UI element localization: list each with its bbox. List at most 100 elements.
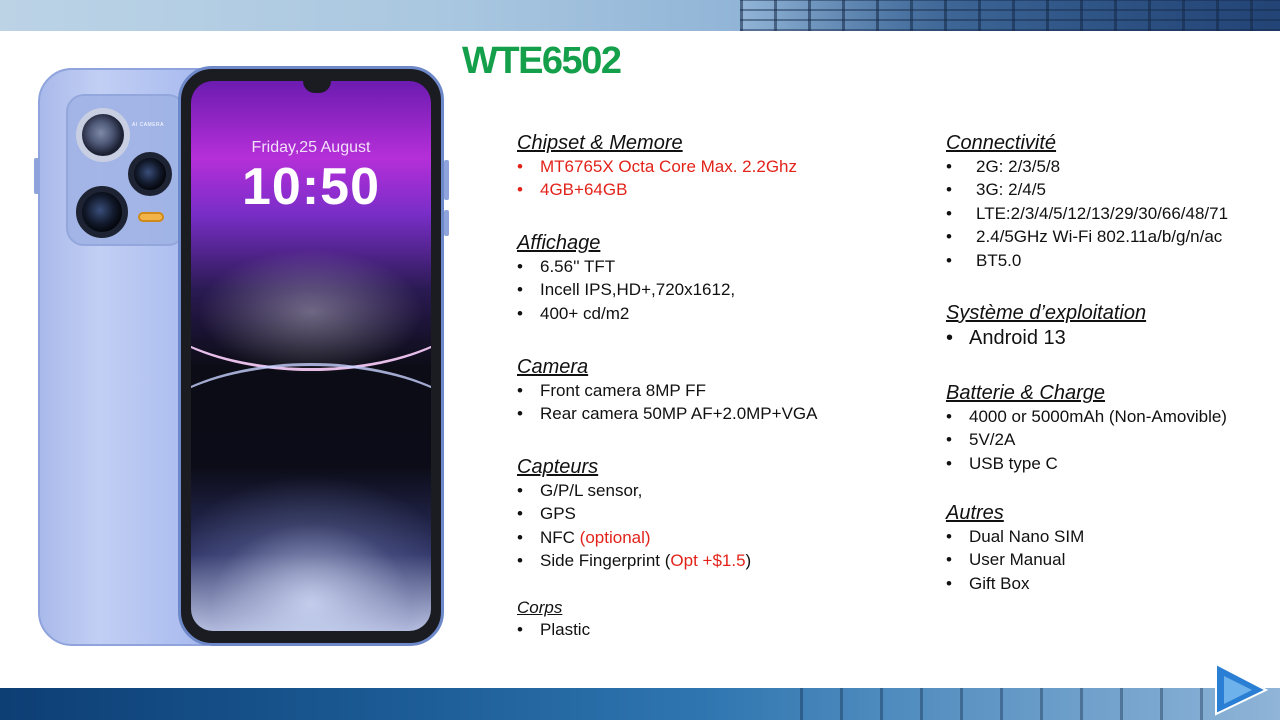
tertiary-lens-icon <box>76 186 128 238</box>
item-text: GPS <box>540 504 576 524</box>
list-item: • USB type C <box>946 452 1276 475</box>
bullet-icon: • <box>946 430 952 450</box>
list-item: • Gift Box <box>946 572 1276 595</box>
spec-section-sensors: Capteurs • G/P/L sensor, • GPS • NFC (optio… <box>517 456 917 598</box>
spec-section-body: Corps • Plastic <box>517 598 917 641</box>
top-banner <box>0 0 1280 31</box>
item-text: User Manual <box>969 550 1066 570</box>
list-item: • MT6765X Octa Core Max. 2.2Ghz <box>517 155 917 178</box>
secondary-lens-icon <box>128 152 172 196</box>
list-item: • Incell IPS,HD+,720x1612, <box>517 278 917 301</box>
item-text: Rear camera 50MP AF+2.0MP+VGA <box>540 404 818 424</box>
bullet-icon: • <box>946 550 952 570</box>
spec-section-camera: Camera • Front camera 8MP FF • Rear camera… <box>517 356 917 456</box>
item-text: 2.4/5GHz Wi-Fi 802.11a/b/g/n/ac <box>976 227 1223 247</box>
bullet-icon: • <box>946 573 952 593</box>
lockscreen-time: 10:50 <box>242 158 380 216</box>
item-text: 2G: 2/3/5/8 <box>976 157 1061 176</box>
list-item: • 2.4/5GHz Wi-Fi 802.11a/b/g/n/ac <box>946 225 1276 248</box>
bullet-icon: • <box>517 381 523 400</box>
list-item: • 3G: 2/4/5 <box>946 178 1276 201</box>
item-text: USB type C <box>969 453 1058 473</box>
phone-screen: Friday,25 August 10:50 <box>191 81 431 631</box>
item-text: Front camera 8MP FF <box>540 381 706 400</box>
item-text: Android 13 <box>969 327 1066 349</box>
item-text: G/P/L sensor, <box>540 481 643 500</box>
spec-section-chipset: Chipset & Memore • MT6765X Octa Core Max.… <box>517 132 917 232</box>
spec-section-connectivity: Connectivité • 2G: 2/3/5/8 • 3G: 2/4/5 • LT… <box>946 132 1276 302</box>
list-item: • 2G: 2/3/5/8 <box>946 155 1276 178</box>
section-title: Connectivité <box>946 132 1057 154</box>
bullet-icon: • <box>517 257 523 276</box>
list-item: • 4000 or 5000mAh (Non-Amovible) <box>946 405 1276 428</box>
list-item: • BT5.0 <box>946 249 1276 272</box>
item-text: BT5.0 <box>976 250 1022 270</box>
triangle-arrow-icon[interactable] <box>1212 660 1270 716</box>
section-title: Affichage <box>517 232 601 254</box>
section-title: Capteurs <box>517 456 599 478</box>
bullet-icon: • <box>517 504 523 524</box>
building-glass-strip <box>800 688 1220 720</box>
section-title: Chipset & Memore <box>517 132 683 154</box>
bullet-icon: • <box>946 180 952 200</box>
bullet-icon: • <box>517 404 523 424</box>
list-item: • 400+ cd/m2 <box>517 302 917 325</box>
spec-section-battery: Batterie & Charge • 4000 or 5000mAh (Non-… <box>946 382 1276 502</box>
item-text: 400+ cd/m2 <box>540 303 630 323</box>
list-item: • Android 13 <box>946 325 1276 351</box>
ai-camera-label: AI CAMERA <box>132 122 165 128</box>
list-item: • Plastic <box>517 618 917 641</box>
item-suffix: ) <box>745 551 752 571</box>
item-text: Dual Nano SIM <box>969 527 1085 546</box>
bullet-icon: • <box>517 280 523 300</box>
spec-column-right: Connectivité • 2G: 2/3/5/8 • 3G: 2/4/5 • LT… <box>946 132 1276 595</box>
bullet-icon: • <box>517 620 523 639</box>
building-glass-strip <box>740 0 1280 31</box>
wallpaper-arc-top <box>191 191 431 371</box>
bullet-icon: • <box>946 453 952 473</box>
bullet-icon: • <box>517 481 523 500</box>
list-item: • 6.56'' TFT <box>517 255 917 278</box>
item-text: 6.56'' TFT <box>540 257 616 276</box>
item-text: 4000 or 5000mAh (Non-Amovible) <box>969 407 1227 426</box>
bottom-banner <box>0 688 1280 720</box>
bullet-icon: • <box>946 157 952 176</box>
bullet-icon: • <box>517 527 523 547</box>
bullet-icon: • <box>946 327 954 349</box>
bullet-icon: • <box>517 303 523 323</box>
list-item: • Front camera 8MP FF <box>517 379 917 402</box>
bullet-icon: • <box>517 180 523 200</box>
spec-column-left: Chipset & Memore • MT6765X Octa Core Max.… <box>517 132 917 641</box>
item-text: Plastic <box>540 620 591 639</box>
list-item: • Rear camera 50MP AF+2.0MP+VGA <box>517 402 917 425</box>
list-item: • Dual Nano SIM <box>946 525 1276 548</box>
front-camera-notch <box>303 81 331 93</box>
item-text: Incell IPS,HD+,720x1612, <box>540 280 736 300</box>
bullet-icon: • <box>946 407 952 426</box>
spec-section-others: Autres • Dual Nano SIM • User Manual • Gift… <box>946 502 1276 595</box>
lockscreen-date: Friday,25 August <box>251 139 371 156</box>
list-item: • GPS <box>517 502 917 525</box>
camera-module: AI CAMERA <box>66 94 186 246</box>
list-item: • 5V/2A <box>946 428 1276 451</box>
phone-front: Friday,25 August 10:50 <box>178 66 444 646</box>
bullet-icon: • <box>946 527 952 546</box>
list-item: • Side Fingerprint (Opt +$1.5) <box>517 549 917 572</box>
bullet-icon: • <box>946 227 952 247</box>
item-text: MT6765X Octa Core Max. 2.2Ghz <box>540 157 797 176</box>
list-item: • LTE:2/3/4/5/12/13/29/30/66/48/71 <box>946 202 1276 225</box>
item-text: 4GB+64GB <box>540 180 628 200</box>
item-text: Gift Box <box>969 573 1030 593</box>
item-text: 5V/2A <box>969 430 1016 450</box>
section-title: Autres <box>946 502 1004 524</box>
phone-image: AI CAMERA Friday,25 August 10:50 <box>34 64 454 648</box>
section-title: Batterie & Charge <box>946 382 1105 404</box>
bullet-icon: • <box>517 551 523 571</box>
spec-section-os: Système d’exploitation • Android 13 <box>946 302 1276 382</box>
flash-icon <box>138 212 164 222</box>
list-item: • G/P/L sensor, <box>517 479 917 502</box>
list-item: • User Manual <box>946 548 1276 571</box>
section-title: Corps <box>517 598 563 617</box>
bullet-icon: • <box>517 157 523 176</box>
item-text: 3G: 2/4/5 <box>976 180 1046 200</box>
